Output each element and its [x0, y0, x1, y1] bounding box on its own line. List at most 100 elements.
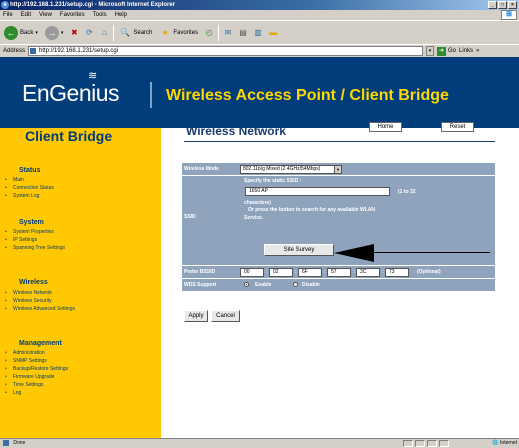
- refresh-icon[interactable]: ⟳: [83, 27, 95, 39]
- menubar: File Edit View Favorites Tools Help ⊞: [0, 10, 519, 20]
- back-button[interactable]: ← Back ▾: [2, 24, 40, 42]
- toolbar-separator: [218, 24, 220, 41]
- sidebar: Client Bridge Status • Main • Connection S…: [0, 128, 161, 438]
- main-content: Wireless Network Home Reset Wireless Mod…: [161, 122, 519, 438]
- sidebar-item-wireless-security[interactable]: • Wireless Security: [5, 298, 52, 304]
- links-label[interactable]: Links: [459, 48, 473, 54]
- address-value: http://192.168.1.231/setup.cgi: [39, 48, 119, 54]
- engenius-logo: EnGenius: [22, 80, 120, 106]
- menu-edit[interactable]: Edit: [21, 10, 31, 20]
- sidebar-item-backup-restore[interactable]: • Backup/Restore Settings: [5, 366, 68, 372]
- back-arrow-icon: ←: [4, 25, 18, 40]
- reset-button[interactable]: Reset: [441, 122, 474, 132]
- row-wireless-mode: Wireless Mode 802.11b/g Mixed (2.4GHz/54…: [182, 162, 495, 175]
- bssid-separator: :: [382, 269, 384, 275]
- links-chevron-icon[interactable]: »: [476, 48, 479, 54]
- search-button[interactable]: 🔍 Search: [117, 24, 154, 42]
- favorites-button[interactable]: ★ Favorites: [157, 24, 200, 42]
- wireless-mode-select[interactable]: 802.11b/g Mixed (2.4GHz/54Mbps) ▼: [240, 165, 342, 174]
- minimize-button[interactable]: _: [488, 1, 497, 9]
- bssid-octet-3[interactable]: 6F: [298, 268, 322, 277]
- address-input[interactable]: http://192.168.1.231/setup.cgi: [28, 46, 424, 56]
- sidebar-item-system-log[interactable]: • System Log: [5, 193, 39, 199]
- bssid-octet-6[interactable]: 73: [385, 268, 409, 277]
- sidebar-item-wireless-network[interactable]: • Wireless Network: [5, 290, 52, 296]
- wds-support-label: WDS Support: [184, 282, 217, 288]
- bssid-octet-4[interactable]: 57: [327, 268, 351, 277]
- forward-arrow-icon: →: [44, 25, 59, 40]
- bssid-separator: :: [266, 269, 268, 275]
- cancel-button[interactable]: Cancel: [211, 310, 240, 322]
- close-button[interactable]: ×: [508, 1, 517, 9]
- menu-file[interactable]: File: [3, 10, 13, 20]
- favorites-star-icon: ★: [161, 27, 169, 37]
- go-button[interactable]: ➜ Go: [437, 46, 456, 56]
- row-prefer-bssid: Prefer BSSID 00 : 02 : 6F : 57 : 3C : 73…: [182, 265, 495, 278]
- bssid-octet-1[interactable]: 00: [240, 268, 264, 277]
- status-text: Done: [13, 440, 26, 446]
- windows-logo-icon: ⊞: [501, 10, 517, 20]
- title-divider: [184, 141, 495, 142]
- window-title: http://192.168.1.231/setup.cgi - Microso…: [10, 2, 176, 8]
- bssid-separator: :: [353, 269, 355, 275]
- annotation-arrow-head: [334, 244, 374, 262]
- maximize-button[interactable]: □: [498, 1, 507, 9]
- sidebar-section-system: System: [19, 219, 44, 226]
- ssid-hint-chars: characters): [244, 200, 271, 206]
- chevron-down-icon: ▾: [60, 29, 64, 36]
- folder-icon[interactable]: ▬: [267, 27, 279, 39]
- sidebar-item-connection-status[interactable]: • Connection Status: [5, 185, 54, 191]
- bssid-octet-2[interactable]: 02: [269, 268, 293, 277]
- wds-enable-radio[interactable]: [244, 282, 249, 287]
- menu-view[interactable]: View: [39, 10, 52, 20]
- sidebar-item-firmware-upgrade[interactable]: • Firmware Upgrade: [5, 374, 54, 380]
- wireless-mode-value: 802.11b/g Mixed (2.4GHz/54Mbps): [243, 166, 321, 172]
- menu-help[interactable]: Help: [115, 10, 127, 20]
- address-bar: Address http://192.168.1.231/setup.cgi ▾…: [0, 44, 519, 57]
- page-banner: EnGenius ≋ Wireless Access Point / Clien…: [0, 57, 519, 128]
- edit-icon[interactable]: ▥: [252, 27, 264, 39]
- sidebar-item-snmp-settings[interactable]: • SNMP Settings: [5, 358, 47, 364]
- sidebar-item-wireless-advanced[interactable]: • Wireless Advanced Settings: [5, 306, 75, 312]
- sidebar-item-time-settings[interactable]: • Time Settings: [5, 382, 43, 388]
- bssid-separator: :: [324, 269, 326, 275]
- home-button[interactable]: Home: [369, 122, 402, 132]
- ssid-label: SSID: [184, 214, 196, 220]
- window-titlebar: e http://192.168.1.231/setup.cgi - Micro…: [0, 0, 519, 10]
- ssid-hint: (1 to 32: [398, 189, 416, 195]
- ssid-input[interactable]: 1650 AP: [245, 187, 390, 196]
- wifi-signal-icon: ≋: [88, 70, 98, 82]
- ssid-service-text: Service.: [244, 215, 264, 221]
- site-survey-button[interactable]: Site Survey: [264, 244, 334, 256]
- wireless-mode-label: Wireless Mode: [184, 166, 219, 172]
- page-icon: [30, 48, 37, 54]
- favorites-label: Favorites: [173, 29, 199, 36]
- sidebar-item-main[interactable]: • Main: [5, 177, 24, 183]
- history-icon[interactable]: ◴: [203, 27, 215, 39]
- sidebar-section-wireless: Wireless: [19, 279, 48, 286]
- security-zone: 🌐 Internet: [492, 440, 517, 447]
- sidebar-item-system-properties[interactable]: • System Properties: [5, 229, 54, 235]
- sidebar-section-management: Management: [19, 340, 62, 347]
- bssid-optional-text: (Optional): [417, 269, 441, 275]
- menu-tools[interactable]: Tools: [93, 10, 107, 20]
- prefer-bssid-label: Prefer BSSID: [184, 269, 216, 275]
- stop-icon[interactable]: ✖: [68, 27, 80, 39]
- home-icon[interactable]: ⌂: [98, 27, 110, 39]
- bssid-octet-5[interactable]: 3C: [356, 268, 380, 277]
- ie-icon: e: [1, 1, 9, 9]
- menu-favorites[interactable]: Favorites: [60, 10, 85, 20]
- address-dropdown-icon[interactable]: ▾: [426, 46, 435, 56]
- page-done-icon: [3, 439, 9, 446]
- sidebar-item-log[interactable]: • Log: [5, 390, 21, 396]
- bssid-separator: :: [295, 269, 297, 275]
- annotation-arrow-line: [372, 252, 490, 253]
- sidebar-item-spanning-tree[interactable]: • Spanning Tree Settings: [5, 245, 65, 251]
- print-icon[interactable]: ▤: [237, 27, 249, 39]
- sidebar-item-ip-settings[interactable]: • IP Settings: [5, 237, 37, 243]
- wds-disable-radio[interactable]: [293, 282, 298, 287]
- apply-button[interactable]: Apply: [184, 310, 208, 322]
- forward-button[interactable]: → ▾: [43, 24, 66, 42]
- sidebar-item-administration[interactable]: • Administration: [5, 350, 45, 356]
- mail-icon[interactable]: ✉: [222, 27, 234, 39]
